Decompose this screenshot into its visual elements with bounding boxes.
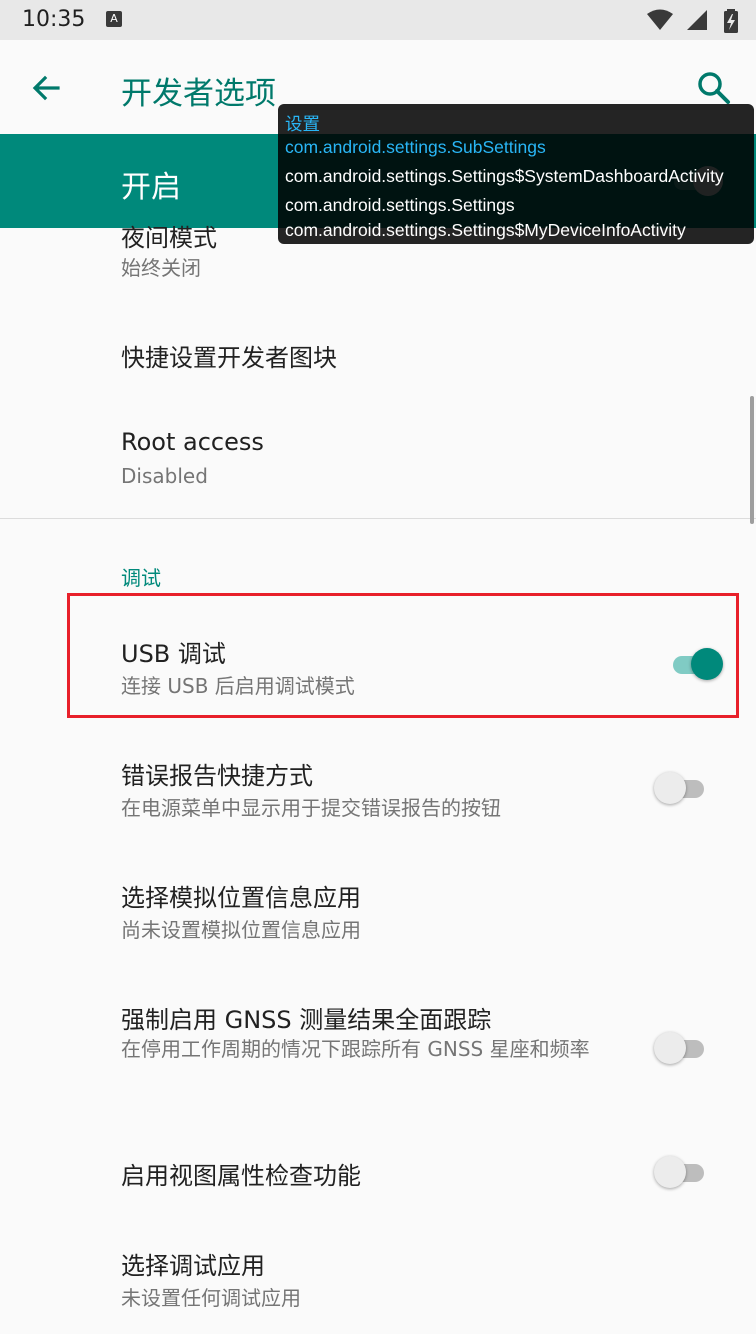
section-header-debug: 调试 bbox=[121, 566, 161, 590]
debug-app-title: 选择调试应用 bbox=[121, 1252, 265, 1280]
gnss-tracking-subtitle: 在停用工作周期的情况下跟踪所有 GNSS 星座和频率 bbox=[121, 1037, 590, 1061]
overlay-activity: com.android.settings.Settings$SystemDash… bbox=[285, 166, 724, 186]
root-access-title: Root access bbox=[121, 428, 264, 456]
overlay-activity: com.android.settings.Settings bbox=[285, 195, 515, 215]
back-button[interactable] bbox=[28, 70, 64, 106]
overlay-activity: com.android.settings.Settings$MyDeviceIn… bbox=[285, 220, 686, 240]
page-title: 开发者选项 bbox=[121, 76, 276, 112]
night-mode-subtitle: 始终关闭 bbox=[121, 256, 201, 280]
status-bar: 10:35 A bbox=[0, 0, 756, 40]
battery-charging-icon bbox=[724, 9, 738, 33]
activity-overlay: 设置 com.android.settings.SubSettings com.… bbox=[278, 104, 754, 244]
signal-icon bbox=[686, 10, 707, 30]
bug-report-title: 错误报告快捷方式 bbox=[121, 762, 313, 790]
view-attribute-toggle[interactable] bbox=[654, 1154, 710, 1188]
debug-app-subtitle: 未设置任何调试应用 bbox=[121, 1286, 301, 1310]
wifi-icon bbox=[646, 9, 673, 30]
view-attribute-title: 启用视图属性检查功能 bbox=[121, 1162, 361, 1190]
bug-report-toggle[interactable] bbox=[654, 770, 710, 804]
arrow-back-icon bbox=[32, 75, 60, 101]
list-item-bug-report[interactable]: 错误报告快捷方式 在电源菜单中显示用于提交错误报告的按钮 bbox=[0, 718, 756, 840]
status-icons bbox=[646, 9, 738, 33]
bug-report-subtitle: 在电源菜单中显示用于提交错误报告的按钮 bbox=[121, 796, 501, 820]
list-item-gnss-tracking[interactable]: 强制启用 GNSS 测量结果全面跟踪 在停用工作周期的情况下跟踪所有 GNSS … bbox=[0, 962, 756, 1122]
list-item-mock-location[interactable]: 选择模拟位置信息应用 尚未设置模拟位置信息应用 bbox=[0, 840, 756, 962]
master-switch-label: 开启 bbox=[121, 170, 181, 205]
highlight-box bbox=[67, 593, 739, 718]
root-access-subtitle: Disabled bbox=[121, 464, 208, 488]
overlay-app-name: 设置 bbox=[285, 114, 320, 134]
quick-tiles-title: 快捷设置开发者图块 bbox=[121, 344, 337, 372]
overlay-activity-current: com.android.settings.SubSettings bbox=[285, 137, 546, 157]
status-time: 10:35 bbox=[22, 7, 86, 32]
list-item-quick-tiles[interactable]: 快捷设置开发者图块 bbox=[0, 300, 756, 400]
list-item-root-access[interactable]: Root access Disabled bbox=[0, 400, 756, 518]
gnss-tracking-toggle[interactable] bbox=[654, 1030, 710, 1064]
search-icon bbox=[698, 72, 730, 104]
mock-location-subtitle: 尚未设置模拟位置信息应用 bbox=[121, 918, 361, 942]
night-mode-title: 夜间模式 bbox=[121, 224, 217, 252]
divider bbox=[0, 518, 756, 519]
list-item-debug-app[interactable]: 选择调试应用 未设置任何调试应用 bbox=[0, 1222, 756, 1334]
search-button[interactable] bbox=[696, 70, 732, 106]
scrollbar[interactable] bbox=[750, 396, 754, 524]
notification-icon: A bbox=[106, 11, 122, 27]
gnss-tracking-title: 强制启用 GNSS 测量结果全面跟踪 bbox=[121, 1006, 492, 1034]
mock-location-title: 选择模拟位置信息应用 bbox=[121, 884, 361, 912]
list-item-view-attribute[interactable]: 启用视图属性检查功能 bbox=[0, 1122, 756, 1222]
